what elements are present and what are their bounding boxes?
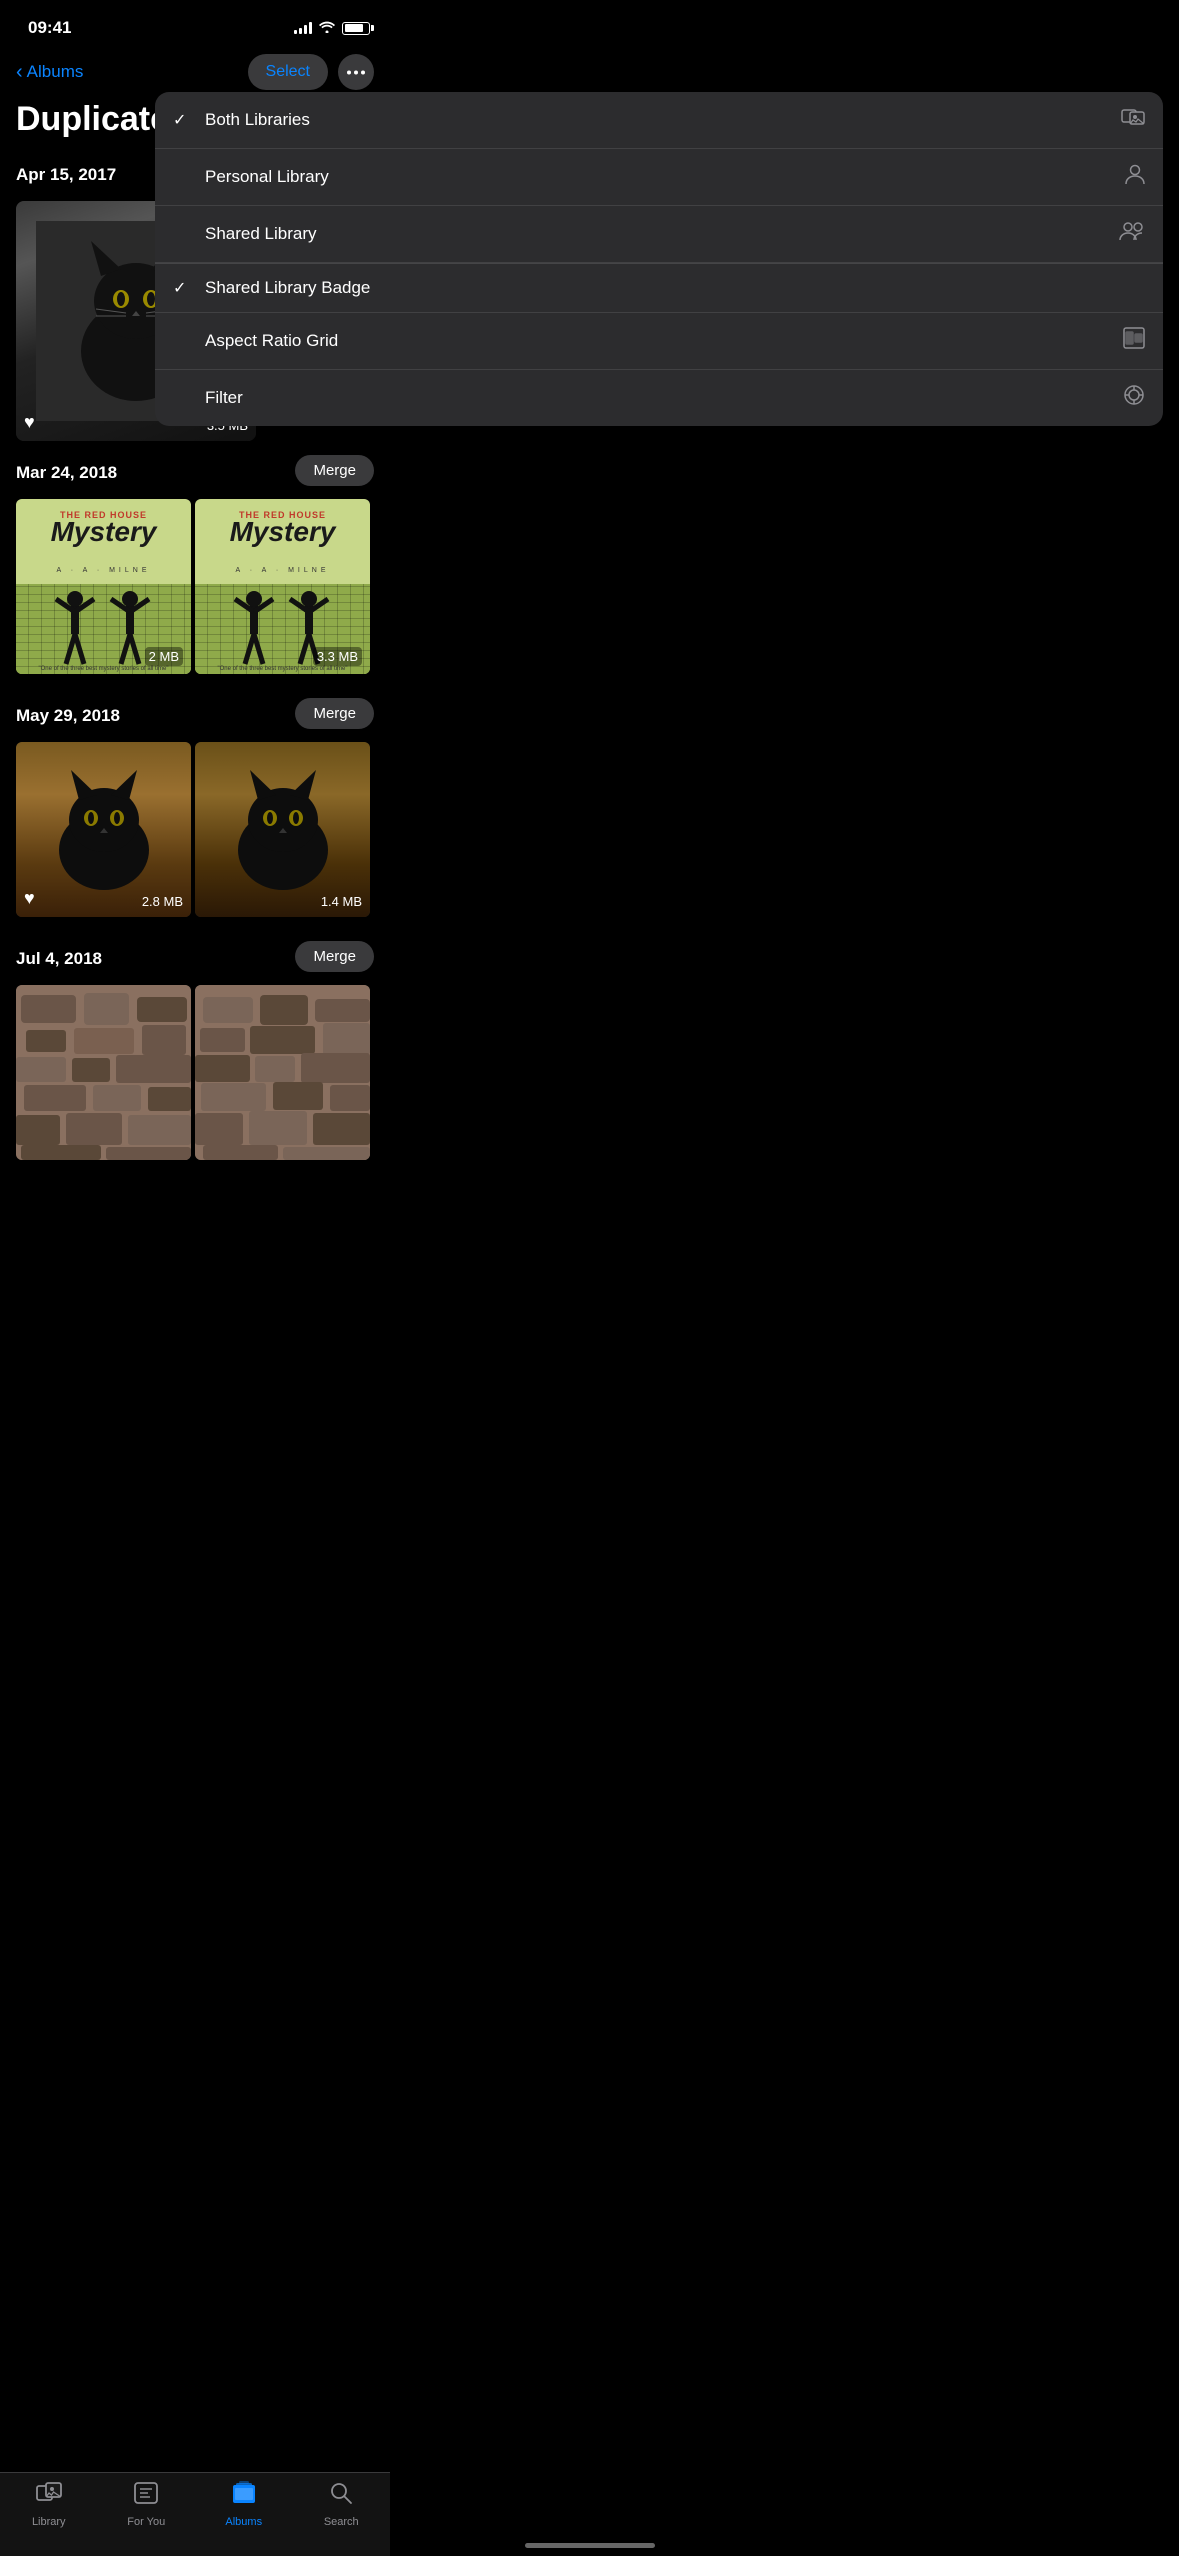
status-bar: 09:41	[0, 0, 390, 50]
photo-thumb-4a	[16, 985, 191, 1160]
heart-icon-1: ♥	[24, 412, 35, 433]
tab-for-you[interactable]: For You	[98, 2481, 196, 2528]
tab-bar: Library For You Albums	[0, 2472, 390, 2556]
group-icon	[1119, 220, 1145, 248]
menu-label-personal-library: Personal Library	[205, 167, 329, 187]
tab-for-you-label: For You	[127, 2516, 165, 2528]
photos-row-2: The Red House Mystery A · A · MILNE	[16, 499, 374, 684]
grid-icon	[1123, 327, 1145, 355]
albums-tab-icon	[231, 2481, 257, 2512]
section-date-3: May 29, 2018	[16, 690, 120, 736]
menu-item-shared-library[interactable]: ✓ Shared Library	[155, 206, 1163, 263]
signal-icon	[294, 22, 312, 34]
nav-right: Select	[248, 54, 374, 90]
heart-icon-3a: ♥	[24, 888, 35, 909]
search-tab-icon	[329, 2481, 353, 2512]
tab-library-label: Library	[32, 2516, 66, 2528]
photo-thumb-4b	[195, 985, 370, 1160]
menu-item-aspect-ratio-grid[interactable]: ✓ Aspect Ratio Grid	[155, 313, 1163, 370]
back-label: Albums	[27, 62, 84, 82]
photo-thumb-2a: The Red House Mystery A · A · MILNE	[16, 499, 191, 674]
stones-illustration-4a	[16, 985, 191, 1160]
section-date-4: Jul 4, 2018	[16, 933, 102, 979]
ellipsis-icon	[347, 70, 365, 75]
photos-row-3: ♥ 2.8 MB 1.4 MB	[16, 742, 374, 927]
menu-item-personal-library[interactable]: ✓ Personal Library	[155, 149, 1163, 206]
person-icon	[1125, 163, 1145, 191]
cat-illustration-3b	[208, 755, 358, 905]
more-button[interactable]	[338, 54, 374, 90]
menu-label-aspect-ratio-grid: Aspect Ratio Grid	[205, 331, 338, 351]
checkmark-shared-library-badge: ✓	[173, 278, 193, 298]
menu-label-filter: Filter	[205, 388, 243, 408]
battery-icon	[342, 22, 370, 35]
photo-size-2b: 3.3 MB	[313, 647, 362, 666]
back-button[interactable]: ‹ Albums	[16, 62, 83, 82]
filter-icon	[1123, 384, 1145, 412]
home-indicator	[525, 2543, 655, 2548]
merge-button-4[interactable]: Merge	[295, 941, 374, 972]
tab-search[interactable]: Search	[293, 2481, 391, 2528]
tab-albums[interactable]: Albums	[195, 2481, 293, 2528]
cat-illustration-3a	[29, 755, 179, 905]
photos-icon	[1121, 106, 1145, 134]
section-date-2: Mar 24, 2018	[16, 447, 117, 493]
photo-size-3b: 1.4 MB	[321, 894, 362, 909]
section-date-1: Apr 15, 2017	[16, 149, 116, 195]
photos-row-4	[16, 985, 374, 1170]
checkmark-both-libraries: ✓	[173, 110, 193, 130]
tab-albums-label: Albums	[225, 2516, 262, 2528]
photo-thumb-3b: 1.4 MB	[195, 742, 370, 917]
back-chevron-icon: ‹	[16, 62, 23, 82]
photo-size-3a: 2.8 MB	[142, 894, 183, 909]
select-button[interactable]: Select	[248, 54, 328, 90]
menu-item-filter[interactable]: ✓ Filter	[155, 370, 1163, 426]
stones-illustration-4b	[195, 985, 370, 1160]
for-you-tab-icon	[133, 2481, 159, 2512]
dropdown-menu[interactable]: ✓ Both Libraries ✓ Personal Library	[155, 92, 1163, 426]
photo-thumb-2b: The Red House Mystery A · A · MILNE	[195, 499, 370, 674]
section-header-4: Jul 4, 2018 Merge	[16, 927, 374, 985]
menu-label-both-libraries: Both Libraries	[205, 110, 310, 130]
section-header-3: May 29, 2018 Merge	[16, 684, 374, 742]
menu-item-shared-library-badge[interactable]: ✓ Shared Library Badge	[155, 264, 1163, 313]
merge-button-3[interactable]: Merge	[295, 698, 374, 729]
photo-size-2a: 2 MB	[145, 647, 183, 666]
merge-button-2[interactable]: Merge	[295, 455, 374, 486]
menu-label-shared-library: Shared Library	[205, 224, 317, 244]
photo-thumb-3a: ♥ 2.8 MB	[16, 742, 191, 917]
status-time: 09:41	[28, 18, 71, 38]
tab-library[interactable]: Library	[0, 2481, 98, 2528]
menu-label-shared-library-badge: Shared Library Badge	[205, 278, 370, 298]
menu-item-both-libraries[interactable]: ✓ Both Libraries	[155, 92, 1163, 149]
status-icons	[294, 20, 370, 36]
wifi-icon	[318, 20, 336, 36]
tab-search-label: Search	[324, 2516, 359, 2528]
section-header-2: Mar 24, 2018 Merge	[16, 441, 374, 499]
library-tab-icon	[36, 2481, 62, 2512]
